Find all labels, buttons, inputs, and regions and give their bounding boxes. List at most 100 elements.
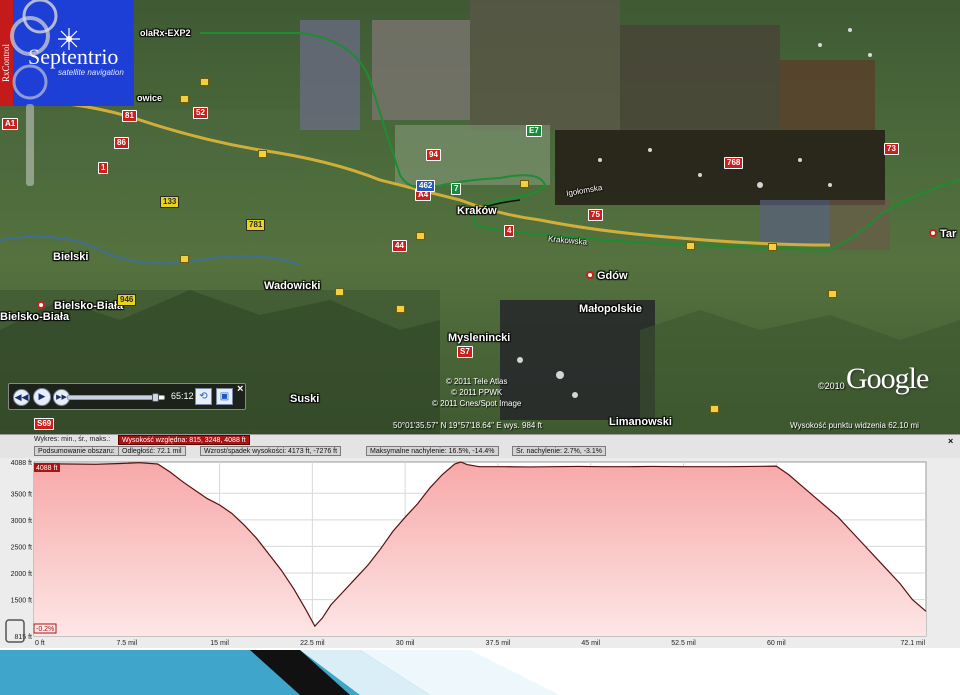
- elevation-area: [34, 462, 926, 636]
- copyright-line: © 2011 PPWK: [451, 388, 503, 397]
- play-button[interactable]: ▶: [33, 388, 51, 406]
- place-tarnow[interactable]: Tar: [940, 228, 956, 240]
- place-bielski[interactable]: Bielski: [53, 251, 88, 263]
- road-shield: 73: [884, 143, 899, 155]
- x-tick-label: 52.5 mil: [671, 640, 696, 647]
- city-dot[interactable]: [929, 229, 937, 237]
- navigation-controls[interactable]: [0, 0, 58, 196]
- road-shield: 1: [98, 162, 109, 174]
- relative-elevation-readout: Wysokość względna: 815, 3248, 4088 ft: [118, 435, 250, 445]
- x-tick-label: 45 mil: [581, 640, 600, 647]
- road-shield: 781: [246, 219, 266, 231]
- y-tick-label: 2500 ft: [11, 544, 32, 551]
- profile-header-bar: Wykres: min., śr., maks.: Wysokość wzglę…: [0, 435, 960, 446]
- elevation-profile-panel: Wykres: min., śr., maks.: Wysokość wzglę…: [0, 434, 960, 648]
- road-shield: 768: [724, 157, 744, 169]
- road-shield: 81: [122, 110, 137, 122]
- eye-altitude: Wysokość punktu widzenia 62.10 mi: [790, 421, 919, 430]
- logo-tagline: satellite navigation: [58, 68, 124, 77]
- save-icon[interactable]: ▣: [216, 388, 233, 405]
- tour-time: 65:12: [171, 391, 194, 401]
- map-terrain: [0, 0, 960, 434]
- repeat-icon[interactable]: ⟲: [195, 388, 212, 405]
- poi-marker[interactable]: [180, 255, 189, 263]
- place-wadowicki[interactable]: Wadowicki: [264, 280, 320, 292]
- max-elevation-label: 4088 ft: [36, 465, 57, 472]
- place-malopolskie[interactable]: Małopolskie: [579, 303, 642, 315]
- profile-stats-label: Wykres: min., śr., maks.:: [34, 436, 111, 443]
- compass-ring-icon[interactable]: [10, 16, 50, 56]
- poi-marker[interactable]: [335, 288, 344, 296]
- poi-marker[interactable]: [200, 78, 209, 86]
- place-katowice[interactable]: owice: [137, 93, 162, 103]
- map-view[interactable]: Kraków Wadowicki Bielsko-Biała Bielsko-B…: [0, 0, 960, 434]
- place-myslenincki[interactable]: Myslenincki: [448, 332, 510, 344]
- poi-marker[interactable]: [180, 95, 189, 103]
- place-limanowski[interactable]: Limanowski: [609, 416, 672, 428]
- summary-label: Podsumowanie obszaru:: [34, 446, 119, 456]
- map-copyright: © 2011 Tele Atlas © 2011 PPWK © 2011 Cne…: [432, 376, 521, 409]
- road-shield: 52: [193, 107, 208, 119]
- road-shield: 133: [160, 196, 180, 208]
- road-shield: 4: [504, 225, 515, 237]
- x-tick-label: 0 ft: [35, 640, 45, 647]
- tour-player: ◀◀ ▶ ▶▶ 65:12 ⟲ ▣ ×: [8, 383, 246, 410]
- elevation-gain-loss: Wzrost/spadek wysokości: 4173 ft, -7276 …: [200, 446, 342, 456]
- look-around-ring-icon[interactable]: [22, 0, 58, 34]
- close-icon[interactable]: ×: [237, 383, 243, 395]
- road-shield: E7: [526, 125, 542, 137]
- y-tick-label: 3000 ft: [11, 518, 32, 525]
- poi-marker[interactable]: [828, 290, 837, 298]
- poi-marker[interactable]: [258, 150, 267, 158]
- road-shield: 86: [114, 137, 129, 149]
- road-shield: S7: [457, 346, 473, 358]
- city-dot[interactable]: [37, 301, 45, 309]
- screen: Kraków Wadowicki Bielsko-Biała Bielsko-B…: [0, 0, 960, 695]
- zoom-slider[interactable]: [26, 104, 34, 186]
- slope-label: -0.2%: [36, 626, 54, 633]
- place-bielsko-biala-2[interactable]: Bielsko-Biała: [0, 311, 69, 323]
- y-tick-label: 1500 ft: [11, 598, 32, 605]
- tour-progress-slider[interactable]: [67, 393, 165, 402]
- y-tick-label: 3500 ft: [11, 491, 32, 498]
- poi-marker[interactable]: [768, 243, 777, 251]
- avg-slope: Śr. nachylenie: 2.7%, -3.1%: [512, 446, 606, 456]
- rewind-button[interactable]: ◀◀: [13, 389, 30, 406]
- road-shield: 7: [451, 183, 462, 195]
- x-tick-label: 72.1 mil: [900, 640, 925, 647]
- move-ring-icon[interactable]: [12, 64, 48, 100]
- distance-readout: Odległość: 72.1 mil: [118, 446, 186, 456]
- footer-arrow-graphic: [0, 650, 560, 695]
- road-shield: 94: [426, 149, 441, 161]
- poi-marker[interactable]: [416, 232, 425, 240]
- profile-summary-bar: Podsumowanie obszaru: Odległość: 72.1 mi…: [0, 446, 960, 458]
- copyright-line: © 2011 Tele Atlas: [445, 377, 508, 386]
- x-tick-label: 7.5 mil: [116, 640, 137, 647]
- place-suski[interactable]: Suski: [290, 393, 319, 405]
- place-gdow[interactable]: Gdów: [597, 270, 628, 282]
- road-shield: 946: [117, 294, 137, 306]
- x-tick-label: 30 mil: [396, 640, 415, 647]
- elevation-chart-svg[interactable]: 0 ft 7.5 mil 15 mil 22.5 mil 30 mil 37.5 mil 4…: [0, 458, 960, 649]
- track-label[interactable]: olaRx-EXP2: [140, 28, 191, 38]
- road-shield: 44: [392, 240, 407, 252]
- google-logo: Google: [846, 362, 929, 395]
- poi-marker[interactable]: [396, 305, 405, 313]
- tour-progress-knob[interactable]: [152, 393, 160, 402]
- elevation-chart[interactable]: 0 ft 7.5 mil 15 mil 22.5 mil 30 mil 37.5 mil 4…: [0, 458, 960, 649]
- close-icon[interactable]: ×: [948, 436, 953, 446]
- x-tick-label: 22.5 mil: [300, 640, 325, 647]
- slide-footer: [0, 648, 960, 695]
- y-tick-label: 2000 ft: [11, 571, 32, 578]
- poi-marker[interactable]: [710, 405, 719, 413]
- place-krakow[interactable]: Kraków: [457, 205, 497, 217]
- x-tick-label: 37.5 mil: [486, 640, 511, 647]
- x-tick-label: 60 mil: [767, 640, 786, 647]
- road-shield: S69: [34, 418, 55, 430]
- poi-marker[interactable]: [520, 180, 529, 188]
- road-shield: 462: [416, 180, 436, 192]
- poi-marker[interactable]: [686, 242, 695, 250]
- imagery-year: ©2010: [818, 381, 845, 391]
- city-dot[interactable]: [586, 271, 594, 279]
- tour-progress-fill: [68, 396, 157, 399]
